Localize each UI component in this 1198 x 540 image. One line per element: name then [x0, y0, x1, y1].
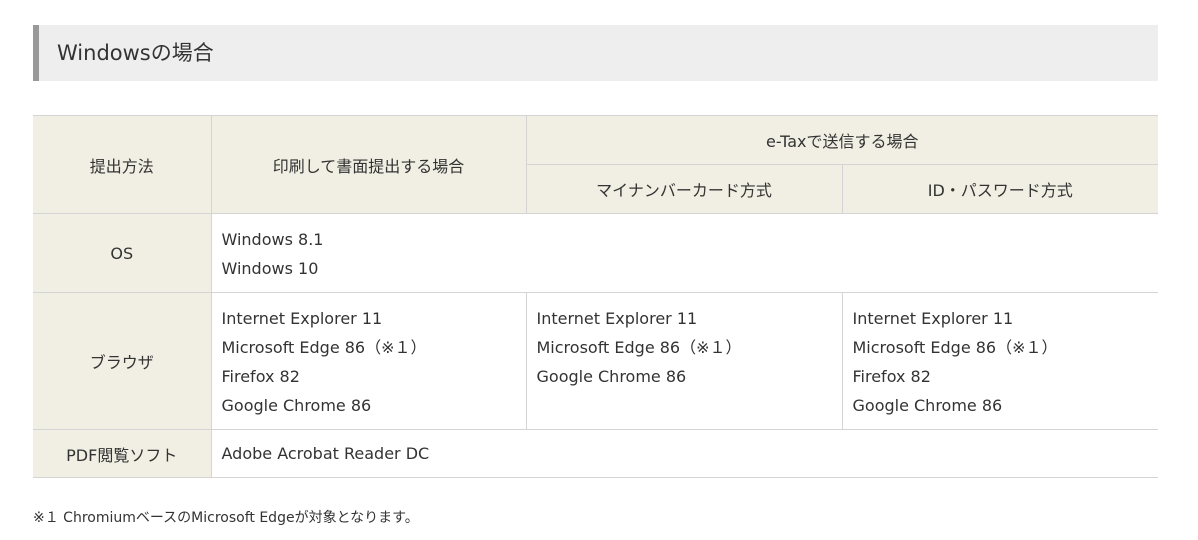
browser-item: Microsoft Edge 86（※１）	[221, 338, 427, 357]
browser-item: Google Chrome 86	[852, 396, 1003, 415]
browser-item: Microsoft Edge 86（※１）	[536, 338, 742, 357]
browser-item: Google Chrome 86	[536, 367, 687, 386]
os-values: Windows 8.1 Windows 10	[210, 213, 1158, 293]
browser-idpw-cell: Internet Explorer 11 Microsoft Edge 86（※…	[841, 292, 1158, 430]
os-value: Windows 10	[221, 259, 319, 278]
section-title: Windowsの場合	[57, 41, 214, 65]
browser-mynumber-cell: Internet Explorer 11 Microsoft Edge 86（※…	[525, 292, 842, 430]
header-print: 印刷して書面提出する場合	[210, 115, 526, 214]
pdf-value: Adobe Acrobat Reader DC	[210, 429, 1158, 478]
header-idpw: ID・パスワード方式	[841, 164, 1158, 214]
page: Windowsの場合 提出方法 印刷して書面提出する場合 e-Taxで送信する場…	[0, 0, 1198, 540]
browser-item: Google Chrome 86	[221, 396, 372, 415]
browser-print-cell: Internet Explorer 11 Microsoft Edge 86（※…	[210, 292, 526, 430]
row-os: OS Windows 8.1 Windows 10	[33, 213, 1158, 293]
row-label-browser: ブラウザ	[33, 292, 211, 430]
header-mynumber: マイナンバーカード方式	[525, 164, 842, 214]
browser-item: Internet Explorer 11	[852, 309, 1014, 328]
row-label-pdf: PDF閲覧ソフト	[33, 429, 211, 478]
section-heading: Windowsの場合	[33, 25, 1158, 81]
row-browser: ブラウザ Internet Explorer 11 Microsoft Edge…	[33, 292, 1158, 430]
row-pdf: PDF閲覧ソフト Adobe Acrobat Reader DC	[33, 429, 1158, 478]
row-label-os: OS	[33, 213, 211, 293]
header-row-1: 提出方法 印刷して書面提出する場合 e-Taxで送信する場合	[33, 115, 1158, 214]
os-value: Windows 8.1	[221, 230, 324, 249]
browser-item: Microsoft Edge 86（※１）	[852, 338, 1058, 357]
footnote: ※１ ChromiumベースのMicrosoft Edgeが対象となります。	[33, 510, 419, 526]
browser-item: Firefox 82	[221, 367, 300, 386]
environment-table: 提出方法 印刷して書面提出する場合 e-Taxで送信する場合 マイナンバーカード…	[33, 115, 1158, 478]
header-etax: e-Taxで送信する場合	[525, 115, 1158, 165]
header-method: 提出方法	[33, 115, 211, 214]
browser-item: Internet Explorer 11	[536, 309, 698, 328]
browser-item: Internet Explorer 11	[221, 309, 383, 328]
browser-item: Firefox 82	[852, 367, 931, 386]
